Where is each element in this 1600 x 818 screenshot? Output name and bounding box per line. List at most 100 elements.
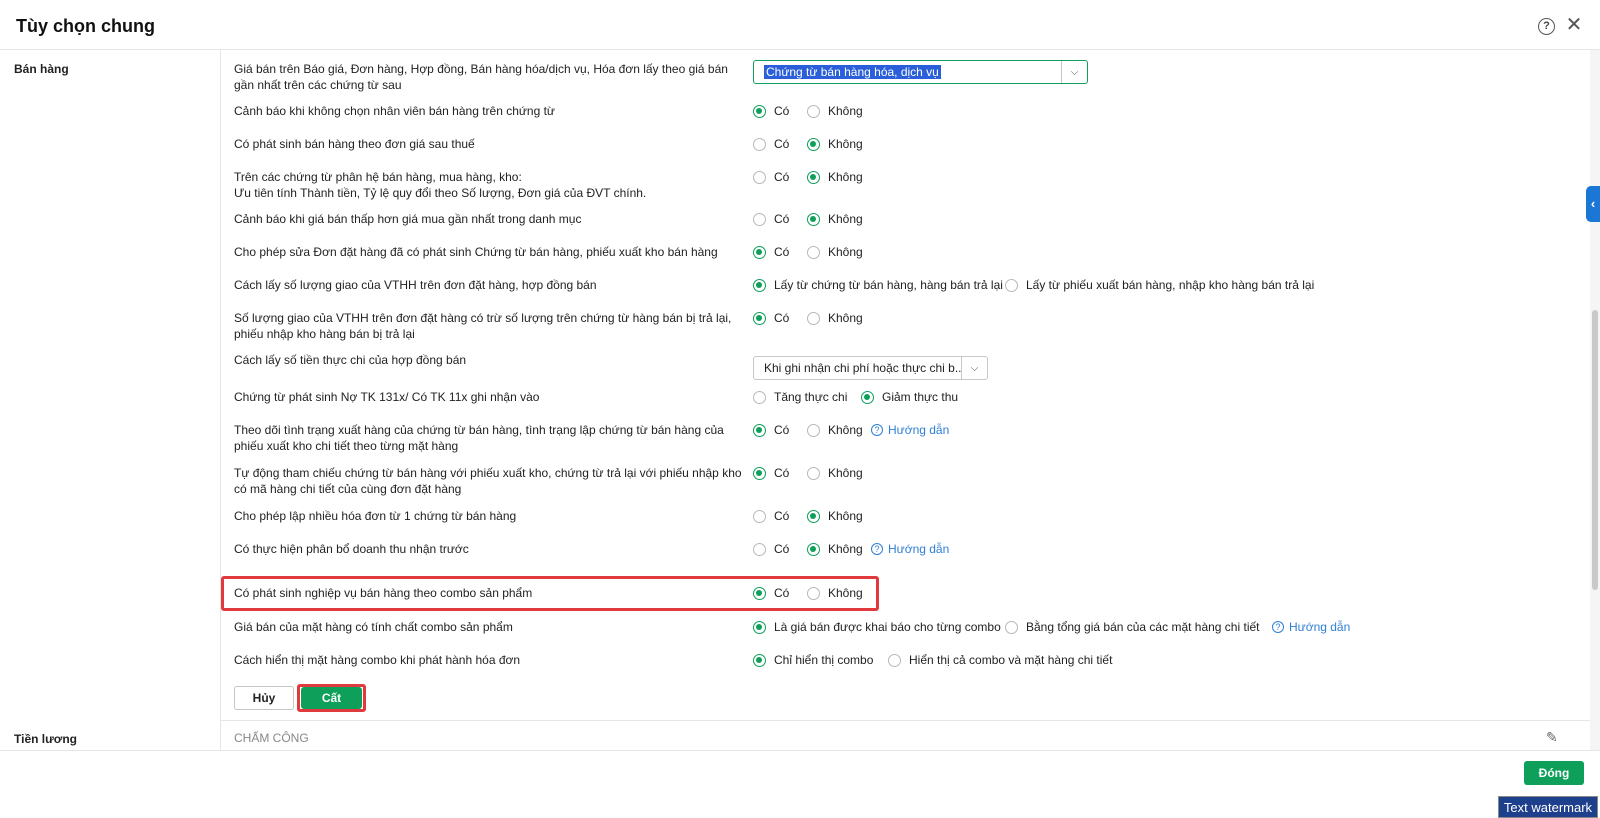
scrollbar-thumb[interactable] bbox=[1592, 310, 1598, 590]
radio-tang-thuc-chi[interactable]: Tăng thực chi bbox=[753, 389, 847, 405]
radio-label: Không bbox=[828, 137, 863, 151]
radio-label: Không bbox=[828, 245, 863, 259]
radio-dot bbox=[807, 586, 820, 600]
dialog-title: Tùy chọn chung bbox=[16, 16, 155, 36]
chevron-down-icon[interactable]: ⌵ bbox=[961, 357, 987, 379]
radio-dot bbox=[753, 542, 766, 556]
help-icon[interactable]: ? bbox=[1538, 18, 1555, 35]
guide-link[interactable]: ? Hướng dẫn bbox=[1272, 619, 1350, 635]
radio-tinh-trang-xuat-hang-co[interactable]: Có bbox=[753, 422, 789, 438]
radio-label: Không bbox=[828, 170, 863, 184]
setting-label-no-tk-131: Chứng từ phát sinh Nợ TK 131x/ Có TK 11x… bbox=[234, 390, 540, 404]
gia-ban-select-value: Chứng từ bán hàng hóa, dịch vụ bbox=[764, 65, 941, 79]
radio-label: Có bbox=[774, 586, 790, 600]
radio-dot bbox=[807, 104, 820, 118]
radio-dot bbox=[888, 653, 901, 667]
cancel-button[interactable]: Hủy bbox=[234, 686, 294, 710]
radio-gia-ban-combo-khai-bao[interactable]: Là giá bán được khai báo cho từng combo bbox=[753, 619, 1001, 635]
radio-nhieu-hoa-don-khong[interactable]: Không bbox=[807, 508, 863, 524]
cham-cong-heading: CHẤM CÔNG bbox=[234, 731, 309, 745]
radio-chi-hien-thi-combo[interactable]: Chỉ hiển thị combo bbox=[753, 652, 873, 668]
save-button[interactable]: Cất bbox=[301, 687, 362, 709]
setting-label-tinh-trang-xuat-hang: Theo dõi tình trạng xuất hàng của chứng … bbox=[234, 423, 724, 453]
radio-giam-thuc-thu[interactable]: Giảm thực thu bbox=[861, 389, 958, 405]
chevron-down-icon[interactable]: ⌵ bbox=[1061, 61, 1087, 83]
radio-label: Có bbox=[774, 212, 790, 226]
radio-label: Hiển thị cả combo và mặt hàng chi tiết bbox=[909, 653, 1113, 667]
radio-dot bbox=[861, 390, 874, 404]
close-button[interactable]: Đóng bbox=[1524, 761, 1584, 785]
radio-so-luong-giao-phieu-xuat[interactable]: Lấy từ phiếu xuất bán hàng, nhập kho hàn… bbox=[1005, 277, 1314, 293]
text-watermark: Text watermark bbox=[1498, 796, 1598, 818]
radio-sua-don-dat-hang-khong[interactable]: Không bbox=[807, 244, 863, 260]
radio-uu-tien-dvt-co[interactable]: Có bbox=[753, 169, 789, 185]
setting-label-sua-don-dat-hang: Cho phép sửa Đơn đặt hàng đã có phát sin… bbox=[234, 245, 718, 259]
setting-label-so-tien-thuc-chi: Cách lấy số tiền thực chi của hợp đồng b… bbox=[234, 353, 467, 367]
radio-tru-hang-tra-lai-khong[interactable]: Không bbox=[807, 310, 863, 326]
radio-tu-dong-tham-chieu-co[interactable]: Có bbox=[753, 465, 789, 481]
dialog-footer: Đóng bbox=[0, 750, 1600, 794]
radio-label: Giảm thực thu bbox=[882, 390, 959, 404]
radio-dot bbox=[807, 542, 820, 556]
radio-uu-tien-dvt-khong[interactable]: Không bbox=[807, 169, 863, 185]
setting-label-gia-ban: Giá bán trên Báo giá, Đơn hàng, Hợp đồng… bbox=[234, 62, 728, 92]
radio-so-luong-giao-ct-ban-hang[interactable]: Lấy từ chứng từ bán hàng, hàng bán trả l… bbox=[753, 277, 1003, 293]
radio-don-gia-sau-thue-khong[interactable]: Không bbox=[807, 136, 863, 152]
radio-dot bbox=[807, 311, 820, 325]
radio-dot bbox=[807, 245, 820, 259]
radio-combo-san-pham-co[interactable]: Có bbox=[753, 585, 789, 601]
radio-label: Không bbox=[828, 423, 863, 437]
question-circle-icon: ? bbox=[1272, 621, 1284, 633]
question-circle-icon: ? bbox=[871, 424, 883, 436]
guide-link[interactable]: ? Hướng dẫn bbox=[871, 422, 949, 438]
pencil-icon[interactable]: ✎ bbox=[1546, 729, 1558, 746]
radio-phan-bo-doanh-thu-co[interactable]: Có bbox=[753, 541, 789, 557]
radio-canh-bao-nhan-vien-khong[interactable]: Không bbox=[807, 103, 863, 119]
guide-link-label: Hướng dẫn bbox=[1289, 620, 1351, 634]
radio-tu-dong-tham-chieu-khong[interactable]: Không bbox=[807, 465, 863, 481]
radio-sua-don-dat-hang-co[interactable]: Có bbox=[753, 244, 789, 260]
radio-dot bbox=[753, 620, 766, 634]
radio-nhieu-hoa-don-co[interactable]: Có bbox=[753, 508, 789, 524]
radio-dot bbox=[807, 466, 820, 480]
radio-hien-thi-ca-combo[interactable]: Hiển thị cả combo và mặt hàng chi tiết bbox=[888, 652, 1112, 668]
radio-gia-ban-thap-co[interactable]: Có bbox=[753, 211, 789, 227]
radio-tru-hang-tra-lai-co[interactable]: Có bbox=[753, 310, 789, 326]
radio-dot bbox=[807, 423, 820, 437]
radio-label: Lấy từ chứng từ bán hàng, hàng bán trả l… bbox=[774, 278, 1003, 292]
radio-phan-bo-doanh-thu-khong[interactable]: Không bbox=[807, 541, 863, 557]
guide-link-label: Hướng dẫn bbox=[888, 542, 950, 556]
radio-label: Không bbox=[828, 542, 863, 556]
close-icon[interactable]: ✕ bbox=[1565, 14, 1583, 36]
setting-label-tu-dong-tham-chieu: Tự động tham chiếu chứng từ bán hàng với… bbox=[234, 466, 742, 496]
radio-dot bbox=[753, 212, 766, 226]
radio-gia-ban-thap-khong[interactable]: Không bbox=[807, 211, 863, 227]
radio-label: Không bbox=[828, 212, 863, 226]
guide-link[interactable]: ? Hướng dẫn bbox=[871, 541, 949, 557]
radio-tinh-trang-xuat-hang-khong[interactable]: Không bbox=[807, 422, 863, 438]
radio-dot bbox=[753, 170, 766, 184]
radio-dot bbox=[753, 104, 766, 118]
guide-link-label: Hướng dẫn bbox=[888, 423, 950, 437]
radio-gia-ban-combo-tong[interactable]: Bằng tổng giá bán của các mặt hàng chi t… bbox=[1005, 619, 1260, 635]
radio-canh-bao-nhan-vien-co[interactable]: Có bbox=[753, 103, 789, 119]
side-panel-toggle-icon[interactable]: ‹ bbox=[1586, 186, 1600, 222]
radio-label: Có bbox=[774, 466, 790, 480]
setting-label-uu-tien-dvt: Trên các chứng từ phân hệ bán hàng, mua … bbox=[234, 170, 647, 200]
gia-ban-select[interactable]: Chứng từ bán hàng hóa, dịch vụ ⌵ bbox=[753, 60, 1088, 84]
section-ban-hang: Bán hàng bbox=[14, 62, 69, 76]
radio-dot bbox=[753, 466, 766, 480]
radio-label: Không bbox=[828, 509, 863, 523]
radio-combo-san-pham-khong[interactable]: Không bbox=[807, 585, 863, 601]
radio-dot bbox=[753, 423, 766, 437]
radio-dot bbox=[753, 509, 766, 523]
radio-label: Có bbox=[774, 137, 790, 151]
radio-dot bbox=[753, 311, 766, 325]
radio-don-gia-sau-thue-co[interactable]: Có bbox=[753, 136, 789, 152]
question-circle-icon: ? bbox=[871, 543, 883, 555]
radio-label: Bằng tổng giá bán của các mặt hàng chi t… bbox=[1026, 620, 1260, 634]
so-tien-thuc-chi-select[interactable]: Khi ghi nhận chi phí hoặc thực chi b... … bbox=[753, 356, 988, 380]
radio-label: Tăng thực chi bbox=[774, 390, 848, 404]
setting-label-combo-san-pham: Có phát sinh nghiệp vụ bán hàng theo com… bbox=[234, 586, 533, 600]
radio-dot bbox=[753, 278, 766, 292]
